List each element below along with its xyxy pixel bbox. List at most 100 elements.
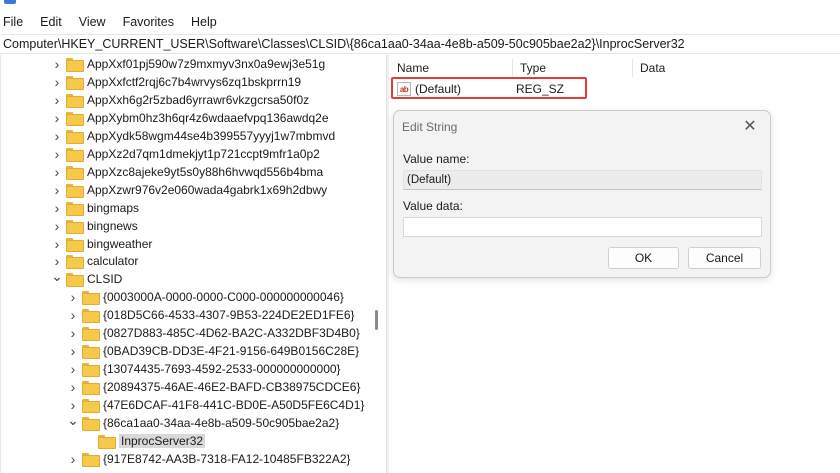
tree-item-label: bingnews	[87, 218, 138, 233]
tree-divider	[0, 55, 1, 473]
value-name-field: (Default)	[403, 170, 762, 190]
tree-item[interactable]: InprocServer32	[84, 432, 206, 450]
folder-icon	[66, 111, 84, 126]
column-name[interactable]: Name	[390, 59, 513, 77]
tree-item[interactable]: › bingmaps	[52, 199, 139, 217]
tree-item[interactable]: › AppXxfctf2rqj6c7b4wrvys6zq1bskprrn19	[52, 73, 301, 91]
tree-item-label: bingweather	[87, 236, 153, 251]
chevron-right-icon[interactable]: ›	[52, 163, 62, 181]
tree-item[interactable]: › {0BAD39CB-DD3E-4F21-9156-649B0156C28E}	[68, 342, 359, 360]
folder-icon	[66, 255, 84, 270]
pane-splitter[interactable]	[386, 55, 389, 473]
scrollbar-thumb[interactable]	[375, 310, 378, 330]
chevron-right-icon[interactable]: ›	[52, 235, 62, 253]
tree-item[interactable]: › AppXz2d7qm1dmekjyt1p721ccpt9mfr1a0p2	[52, 145, 320, 163]
value-row-default[interactable]: ab (Default) REG_SZ	[397, 80, 837, 98]
tree-item-label: AppXxfctf2rqj6c7b4wrvys6zq1bskprrn19	[87, 74, 302, 89]
string-value-icon: ab	[397, 82, 411, 96]
chevron-right-icon[interactable]	[84, 432, 94, 450]
column-data[interactable]: Data	[633, 59, 833, 77]
menu-file[interactable]: File	[0, 15, 29, 29]
chevron-right-icon[interactable]: ›	[68, 378, 78, 396]
folder-icon	[66, 237, 84, 252]
folder-icon	[66, 75, 84, 90]
tree-item-label: AppXzwr976v2e060wada4gabrk1x69h2dbwy	[87, 182, 328, 197]
tree-item[interactable]: › AppXzc8ajeke9yt5s0y88h6hvwqd556b4bma	[52, 163, 323, 181]
menu-favorites[interactable]: Favorites	[119, 15, 180, 29]
ok-button[interactable]: OK	[608, 247, 679, 269]
folder-icon	[82, 327, 100, 342]
tree-item-label: {0BAD39CB-DD3E-4F21-9156-649B0156C28E}	[103, 344, 360, 359]
value-name-label: Value name:	[403, 152, 470, 166]
tree-item-label: AppXydk58wgm44se4b399557yyyj1w7mbmvd	[87, 128, 336, 143]
folder-icon	[82, 363, 100, 378]
tree-item-label: {0003000A-0000-0000-C000-000000000046}	[103, 290, 344, 305]
tree-item[interactable]: › AppXxh6g2r5zbad6yrrawr6vkzgcrsa50f0z	[52, 91, 309, 109]
tree-item-label: calculator	[87, 254, 139, 269]
chevron-right-icon[interactable]: ›	[52, 217, 62, 235]
column-type[interactable]: Type	[513, 59, 633, 77]
value-name: (Default)	[415, 82, 462, 96]
tree-item[interactable]: › calculator	[52, 252, 138, 270]
tree-item[interactable]: ⌄ {86ca1aa0-34aa-4e8b-a509-50c905bae2a2}	[67, 411, 340, 432]
chevron-right-icon[interactable]: ›	[68, 288, 78, 306]
edit-string-dialog: Edit String ✕ Value name: (Default) Valu…	[393, 110, 771, 278]
tree-item-label: {86ca1aa0-34aa-4e8b-a509-50c905bae2a2}	[103, 416, 340, 430]
registry-editor-icon	[4, 0, 16, 4]
cancel-button[interactable]: Cancel	[688, 247, 761, 269]
tree-item[interactable]: › {0827D883-485C-4D62-BA2C-A332DBF3D4B0}	[68, 324, 360, 342]
value-data-field[interactable]	[403, 217, 762, 237]
tree-item[interactable]: ⌄ CLSID	[51, 267, 122, 288]
menu-view[interactable]: View	[75, 15, 112, 29]
folder-icon	[66, 165, 84, 180]
chevron-right-icon[interactable]: ›	[68, 342, 78, 360]
tree-item-label: InprocServer32	[119, 433, 206, 448]
folder-icon	[98, 434, 116, 449]
tree-item[interactable]: › bingnews	[52, 217, 138, 235]
chevron-right-icon[interactable]: ›	[52, 55, 62, 73]
close-icon[interactable]: ✕	[740, 116, 760, 136]
chevron-right-icon[interactable]: ›	[52, 145, 62, 163]
folder-icon	[66, 58, 84, 72]
chevron-right-icon[interactable]: ›	[52, 199, 62, 217]
tree-item-label: AppXzc8ajeke9yt5s0y88h6hvwqd556b4bma	[87, 164, 324, 179]
chevron-down-icon[interactable]: ⌄	[67, 411, 79, 429]
chevron-down-icon[interactable]: ⌄	[51, 267, 63, 285]
chevron-right-icon[interactable]: ›	[52, 91, 62, 109]
tree-item[interactable]: › AppXybm0hz3h6qr4z6wdaaefvpq136awdq2e	[52, 109, 329, 127]
folder-icon	[82, 309, 100, 324]
tree-item[interactable]: › AppXxf01pj590w7z9mxmyv3nx0a9ewj3e51g	[52, 55, 325, 73]
tree-item[interactable]: › {018D5C66-4533-4307-9B53-224DE2ED1FE6}	[68, 306, 355, 324]
chevron-right-icon[interactable]: ›	[68, 360, 78, 378]
folder-icon	[66, 201, 84, 216]
chevron-right-icon[interactable]: ›	[68, 450, 78, 468]
menu-help[interactable]: Help	[187, 15, 223, 29]
tree-item[interactable]: › {13074435-7693-4592-2533-000000000000}	[68, 360, 341, 378]
tree-item[interactable]: › {917E8742-AA3B-7318-FA12-10485FB322A2}	[68, 450, 351, 468]
tree-item-label: {20894375-46AE-46E2-BAFD-CB38975CDCE6}	[103, 380, 361, 395]
value-name-cell: ab (Default)	[397, 82, 511, 96]
chevron-right-icon[interactable]: ›	[68, 306, 78, 324]
tree-item[interactable]: › AppXydk58wgm44se4b399557yyyj1w7mbmvd	[52, 127, 335, 145]
tree-item[interactable]: › {47E6DCAF-41F8-441C-BD0E-A50D5FE6C4D1}	[68, 396, 364, 414]
folder-icon	[66, 129, 84, 144]
tree-item[interactable]: › bingweather	[52, 235, 152, 253]
tree-item[interactable]: › {20894375-46AE-46E2-BAFD-CB38975CDCE6}	[68, 378, 361, 396]
chevron-right-icon[interactable]: ›	[52, 181, 62, 199]
chevron-right-icon[interactable]: ›	[52, 127, 62, 145]
tree-item[interactable]: › AppXzwr976v2e060wada4gabrk1x69h2dbwy	[52, 181, 327, 199]
tree-item[interactable]: › {0003000A-0000-0000-C000-000000000046}	[68, 288, 344, 306]
tree-item-label: {0827D883-485C-4D62-BA2C-A332DBF3D4B0}	[103, 326, 360, 341]
dialog-title: Edit String	[402, 120, 458, 134]
tree-scrollbar[interactable]	[370, 55, 382, 473]
registry-tree[interactable]: › AppXxf01pj590w7z9mxmyv3nx0a9ewj3e51g › Ap…	[0, 55, 385, 473]
menu-edit[interactable]: Edit	[36, 15, 68, 29]
chevron-right-icon[interactable]: ›	[52, 109, 62, 127]
tree-item-label: {13074435-7693-4592-2533-000000000000}	[103, 362, 341, 377]
folder-icon	[66, 183, 84, 198]
tree-item-label: {47E6DCAF-41F8-441C-BD0E-A50D5FE6C4D1}	[103, 398, 365, 413]
chevron-right-icon[interactable]: ›	[52, 73, 62, 91]
chevron-right-icon[interactable]: ›	[68, 324, 78, 342]
folder-icon	[82, 381, 100, 396]
address-bar[interactable]: Computer\HKEY_CURRENT_USER\Software\Clas…	[0, 34, 840, 54]
